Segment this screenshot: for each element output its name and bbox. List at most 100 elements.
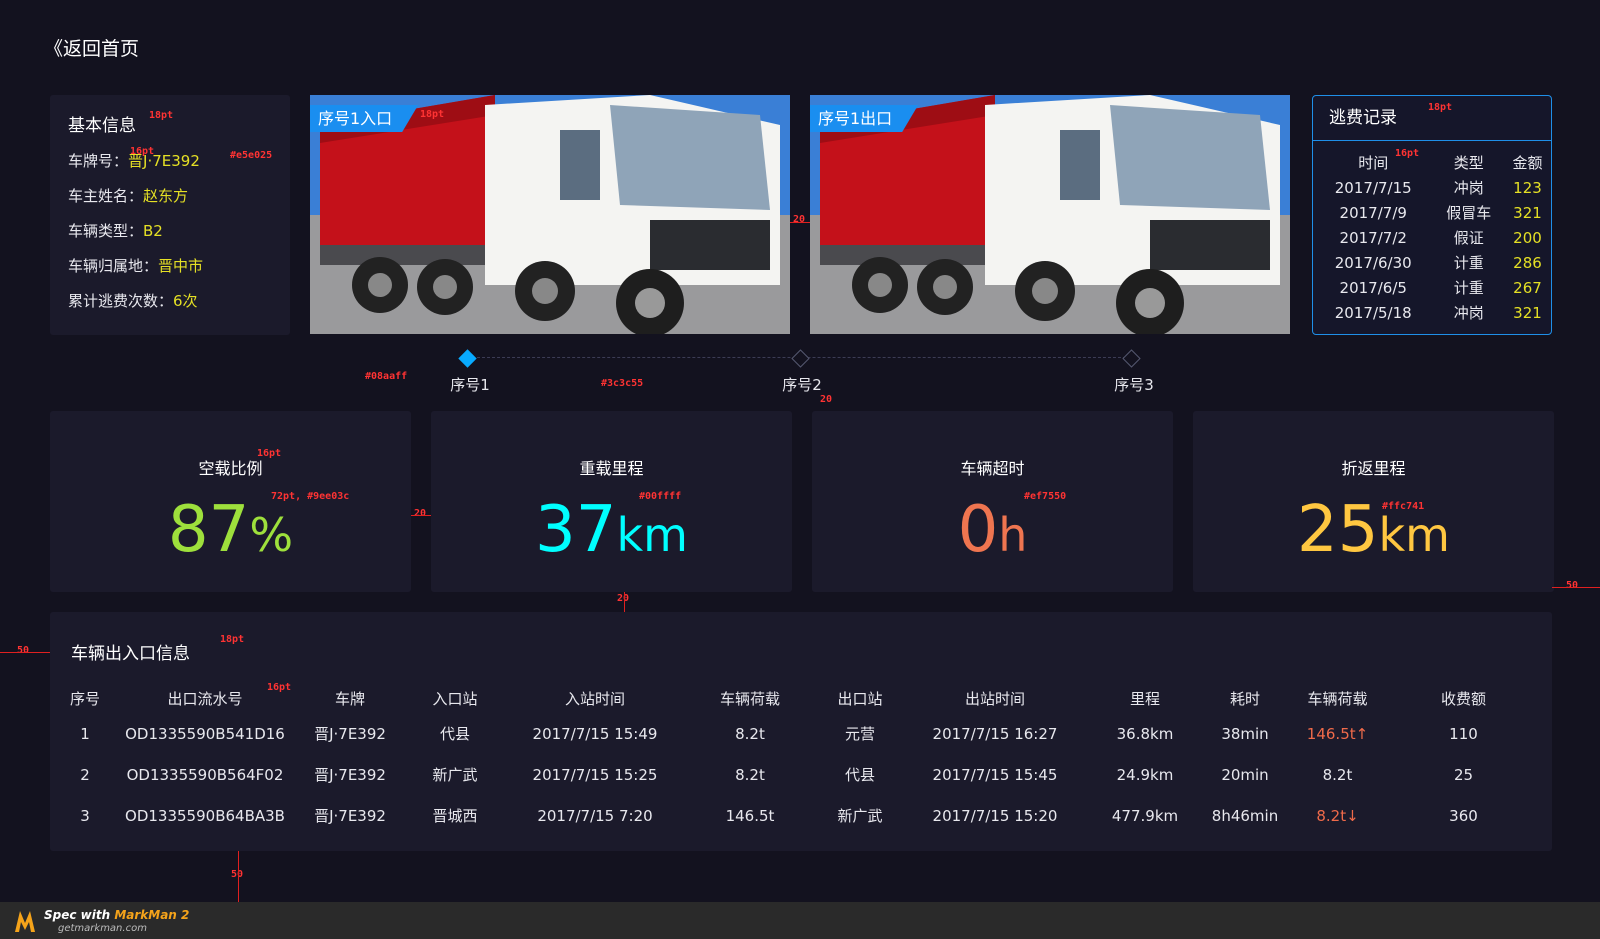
annotation: #08aaff xyxy=(365,371,408,382)
table-row[interactable]: 2 OD1335590B564F02 晋J·7E392 新广武 2017/7/15 15… xyxy=(60,754,1542,795)
annotation: 50 xyxy=(1566,580,1579,591)
cell: 2017/7/15 7:20 xyxy=(537,806,653,825)
markman-logo-icon xyxy=(15,911,35,932)
annotation: #ef7550 xyxy=(1024,491,1067,502)
table-row[interactable]: 1 OD1335590B541D16 晋J·7E392 代县 2017/7/15 15:… xyxy=(60,713,1542,754)
cell: 代县 xyxy=(844,766,875,784)
escape-count-row: 累计逃费次数：6次 xyxy=(68,289,272,324)
annotation-line xyxy=(238,851,239,902)
annotation: #3c3c55 xyxy=(601,378,644,389)
record-date: 2017/7/2 xyxy=(1339,228,1407,247)
escape-records-table: 时间 类型 金额 2017/7/15 冲岗 123 2017/7/9 假冒车 321 2… xyxy=(1313,149,1551,325)
cell: 8.2t xyxy=(735,724,765,743)
stat-unit: km xyxy=(616,508,688,562)
entry-photo[interactable]: 序号1入口 xyxy=(310,95,790,334)
cell: 晋城西 xyxy=(432,807,478,825)
record-row: 2017/5/18 冲岗 321 xyxy=(1313,300,1551,325)
annotation-line xyxy=(411,515,431,516)
annotation: 16pt xyxy=(257,448,282,459)
stat-value: 37km xyxy=(431,495,792,570)
timeline-node-3[interactable] xyxy=(1122,349,1141,368)
annotation: 50 xyxy=(17,645,30,656)
record-date: 2017/7/9 xyxy=(1339,203,1407,222)
origin-value: 晋中市 xyxy=(158,257,204,275)
cell: 2017/7/15 15:49 xyxy=(532,724,658,743)
annotation: 20 xyxy=(820,394,833,405)
col-exit-station: 出口站 xyxy=(837,689,883,708)
back-home-link[interactable]: 《返回首页 xyxy=(44,34,139,61)
vehicle-type-row: 车辆类型：B2 xyxy=(68,219,272,254)
annotation-line xyxy=(0,652,50,653)
timeline-label-2[interactable]: 序号2 xyxy=(772,374,832,395)
stat-label: 折返里程 xyxy=(1341,459,1406,478)
col-duration: 耗时 xyxy=(1229,689,1260,708)
markman-footer: Spec with MarkMan 2 getmarkman.com xyxy=(0,902,1600,939)
stat-number: 0 xyxy=(957,493,999,567)
stat-value: 25km xyxy=(1193,495,1554,570)
return-mileage-card: 折返里程 25km xyxy=(1193,411,1554,592)
annotation: 72pt, #9ee03c xyxy=(271,491,350,502)
stat-number: 37 xyxy=(535,493,617,567)
stat-value: 0h xyxy=(812,495,1173,570)
annotation-line xyxy=(790,222,810,223)
escape-count-value: 6次 xyxy=(173,292,198,310)
cell: 3 xyxy=(80,806,90,825)
timeline-node-2[interactable] xyxy=(791,349,810,368)
annotation: 20 xyxy=(414,508,427,519)
heavy-load-mileage-card: 重载里程 37km xyxy=(431,411,792,592)
col-mileage: 里程 xyxy=(1129,689,1160,708)
annotation: 16pt xyxy=(267,682,292,693)
stat-unit: % xyxy=(249,508,294,562)
cell: 2 xyxy=(80,765,90,784)
cell: 360 xyxy=(1449,806,1478,825)
stat-value: 87% xyxy=(50,495,411,570)
timeline-label-1[interactable]: 序号1 xyxy=(440,374,500,395)
record-amount: 286 xyxy=(1513,253,1542,272)
annotation: 16pt xyxy=(130,146,155,157)
owner-label: 车主姓名： xyxy=(68,187,144,205)
col-load-in: 车辆荷载 xyxy=(719,689,780,708)
vehicle-trips-panel: 车辆出入口信息 序号 出口流水号 车牌 入口站 入站时间 车辆荷载 出口站 出站… xyxy=(50,612,1552,851)
timeline-label-3[interactable]: 序号3 xyxy=(1104,374,1164,395)
escape-count-label: 累计逃费次数： xyxy=(68,292,174,310)
cell: 晋J·7E392 xyxy=(314,725,386,743)
col-entry-station: 入口站 xyxy=(432,689,478,708)
stat-label: 重载里程 xyxy=(579,459,644,478)
cell: 新广武 xyxy=(837,807,883,825)
cell: 2017/7/15 15:20 xyxy=(932,806,1058,825)
cell: 新广武 xyxy=(432,766,478,784)
annotation: #e5e025 xyxy=(230,150,273,161)
cell: 8.2t xyxy=(735,765,765,784)
cell: 2017/7/15 15:45 xyxy=(932,765,1058,784)
cell: 8.2t xyxy=(1322,765,1353,784)
cell: 36.8km xyxy=(1116,724,1174,743)
stat-number: 25 xyxy=(1297,493,1379,567)
annotation-line xyxy=(624,592,625,612)
spec-site: getmarkman.com xyxy=(58,923,147,934)
record-type: 冲岗 xyxy=(1453,304,1484,322)
cell: 24.9km xyxy=(1116,765,1174,784)
col-exit-time: 出站时间 xyxy=(964,689,1025,708)
record-row: 2017/7/9 假冒车 321 xyxy=(1313,200,1551,225)
spec-prefix: Spec with xyxy=(44,908,115,922)
cell: 38min xyxy=(1221,724,1269,743)
record-row: 2017/7/2 假证 200 xyxy=(1313,225,1551,250)
cell: 元营 xyxy=(844,725,875,743)
exit-photo[interactable]: 序号1出口 xyxy=(810,95,1290,334)
record-amount: 200 xyxy=(1513,228,1542,247)
record-type: 计重 xyxy=(1453,254,1484,272)
col-type: 类型 xyxy=(1453,153,1484,172)
record-type: 计重 xyxy=(1453,279,1484,297)
cell: 晋J·7E392 xyxy=(314,807,386,825)
cell: 8h46min xyxy=(1211,806,1279,825)
record-amount: 123 xyxy=(1513,178,1542,197)
record-type: 假冒车 xyxy=(1446,204,1492,222)
basic-info-panel: 基本信息 车牌号：晋J·7E392 车主姓名：赵东方 车辆类型：B2 车辆归属地… xyxy=(50,95,290,335)
table-row[interactable]: 3 OD1335590B64BA3B 晋J·7E392 晋城西 2017/7/15 7:… xyxy=(60,795,1542,836)
record-row: 2017/6/5 计重 267 xyxy=(1313,275,1551,300)
vehicle-type-value: B2 xyxy=(143,222,163,240)
stat-label: 车辆超时 xyxy=(960,459,1025,478)
vehicle-trips-title: 车辆出入口信息 xyxy=(71,644,190,664)
annotation: 18pt xyxy=(149,110,174,121)
timeline-node-1[interactable] xyxy=(458,349,477,368)
